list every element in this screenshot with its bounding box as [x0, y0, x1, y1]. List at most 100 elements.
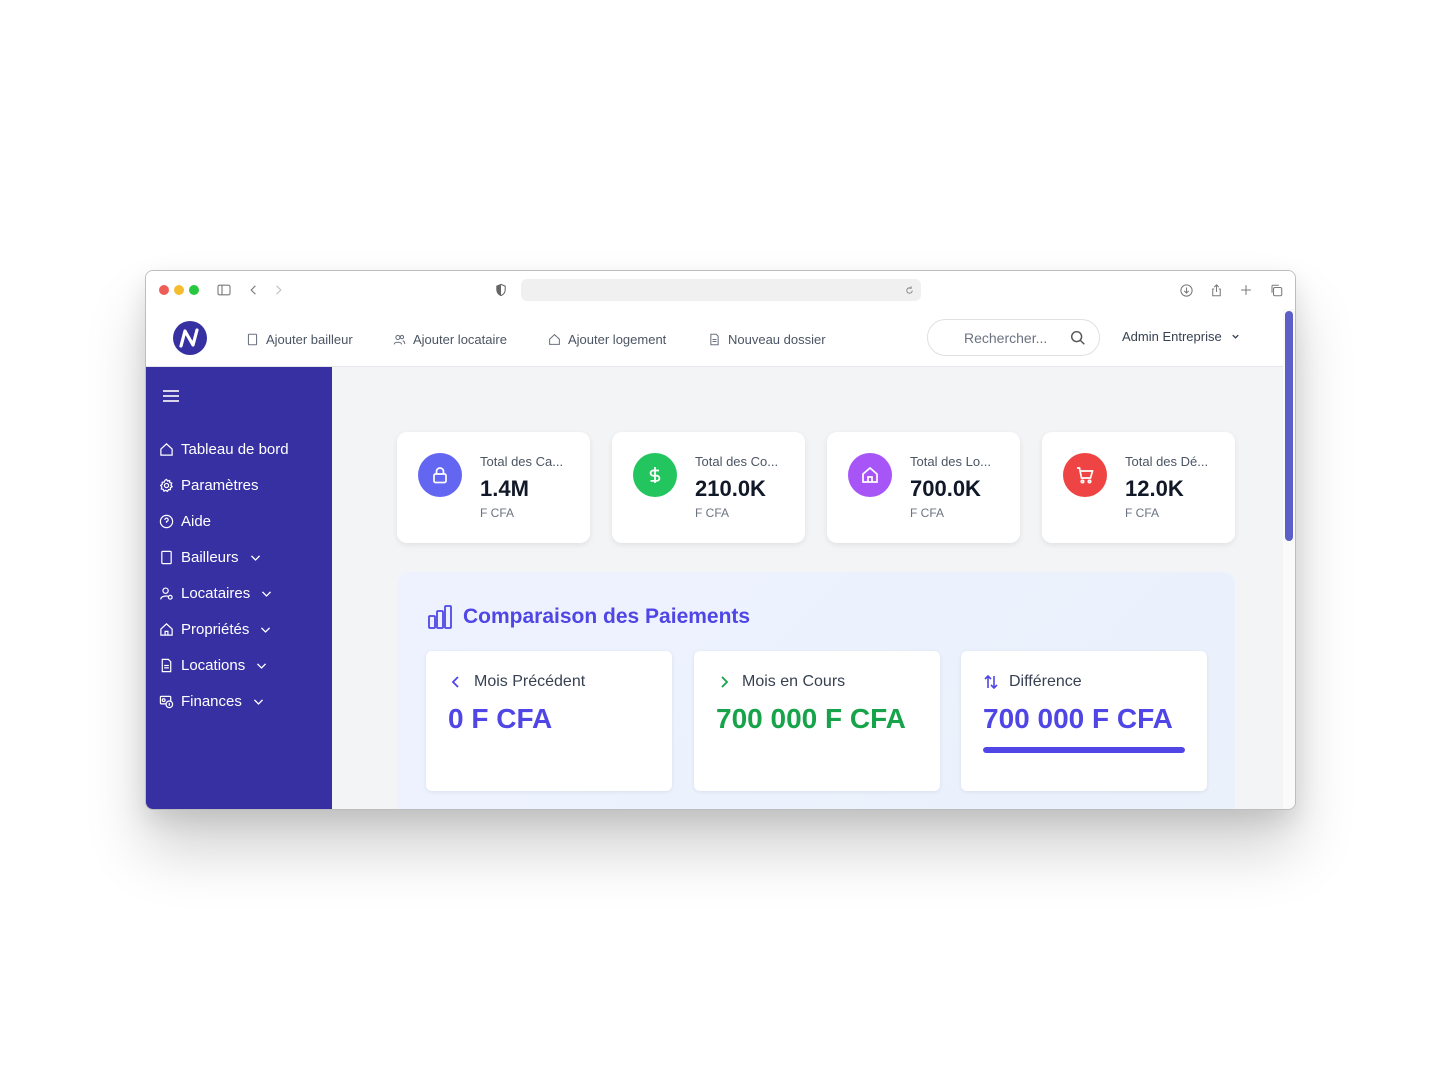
progress-fill	[983, 747, 1185, 753]
add-tenant-link[interactable]: Ajouter locataire	[393, 329, 507, 349]
sidebar-item-landlords[interactable]: Bailleurs	[159, 546, 262, 568]
sidebar-item-label: Locataires	[181, 584, 251, 602]
download-icon[interactable]	[1176, 280, 1196, 300]
sidebar-item-finances[interactable]: Finances	[159, 690, 265, 712]
user-name: Admin Entreprise	[1122, 329, 1222, 344]
add-housing-link[interactable]: Ajouter logement	[548, 329, 666, 349]
scrollbar-thumb[interactable]	[1285, 311, 1293, 541]
home-icon	[848, 453, 892, 497]
home-icon	[160, 622, 173, 636]
menu-toggle-icon[interactable]	[162, 389, 180, 403]
back-icon[interactable]	[244, 280, 264, 300]
card-label: Différence	[1009, 673, 1082, 690]
file-icon	[710, 333, 719, 345]
stat-value: 210.0K	[695, 476, 766, 501]
stat-unit: F CFA	[910, 506, 945, 520]
section-title: Comparaison des Paiements	[427, 604, 750, 630]
user-menu[interactable]: Admin Entreprise	[1122, 329, 1241, 344]
app-logo[interactable]	[172, 320, 208, 356]
sidebar-item-dashboard[interactable]: Tableau de bord	[159, 438, 289, 460]
arrows-updown-icon	[984, 674, 998, 690]
stat-label: Total des Co...	[695, 454, 779, 469]
sidebar-item-properties[interactable]: Propriétés	[159, 618, 272, 640]
sidebar-item-help[interactable]: Aide	[159, 510, 211, 532]
address-bar[interactable]	[521, 279, 921, 301]
bar-chart-icon	[428, 605, 452, 629]
browser-window: Ajouter bailleur Ajouter locataire Ajout…	[145, 270, 1296, 810]
search-input[interactable]	[964, 329, 1084, 346]
sidebar-item-rentals[interactable]: Locations	[159, 654, 268, 676]
building-icon	[161, 550, 172, 564]
payments-comparison-panel: Comparaison des Paiements Mois Précédent…	[397, 572, 1235, 809]
file-icon	[161, 658, 172, 672]
page-scrollbar[interactable]	[1283, 309, 1295, 809]
stat-label: Total des Dé...	[1125, 454, 1209, 469]
browser-toolbar	[146, 271, 1295, 309]
cart-icon	[1063, 453, 1107, 497]
new-tab-icon[interactable]	[1236, 280, 1256, 300]
sidebar-item-settings[interactable]: Paramètres	[159, 474, 259, 496]
add-landlord-label: Ajouter bailleur	[266, 331, 353, 347]
card-value: 700 000 F CFA	[983, 703, 1173, 734]
reload-icon[interactable]	[901, 282, 917, 298]
difference-progress-bar	[983, 747, 1185, 753]
gear-icon	[159, 478, 173, 492]
stat-unit: F CFA	[480, 506, 515, 520]
search-box	[927, 319, 1100, 356]
chevron-right-icon	[721, 676, 729, 688]
home-icon	[549, 333, 560, 345]
shield-icon[interactable]	[491, 280, 511, 300]
main-content: Total des Ca... 1.4M F CFA Total des Co.…	[332, 367, 1284, 809]
stat-value: 1.4M	[480, 476, 529, 501]
stat-card-commissions[interactable]: Total des Co... 210.0K F CFA	[612, 432, 805, 543]
section-title-text: Comparaison des Paiements	[463, 605, 751, 628]
card-label: Mois Précédent	[474, 673, 586, 690]
chevron-down-icon	[253, 698, 263, 705]
dollar-icon	[633, 453, 677, 497]
stat-card-rents[interactable]: Total des Lo... 700.0K F CFA	[827, 432, 1020, 543]
stat-value: 12.0K	[1125, 476, 1184, 501]
previous-month-card[interactable]: Mois Précédent 0 F CFA	[426, 651, 672, 791]
card-value: 700 000 F CFA	[716, 703, 906, 734]
sidebar-toggle-icon[interactable]	[214, 280, 234, 300]
minimize-window-button[interactable]	[174, 285, 184, 295]
sidebar-item-label: Paramètres	[181, 476, 259, 494]
stat-card-expenses[interactable]: Total des Dé... 12.0K F CFA	[1042, 432, 1235, 543]
sidebar-item-label: Finances	[181, 692, 242, 710]
card-header: Mois Précédent	[448, 673, 585, 691]
maximize-window-button[interactable]	[189, 285, 199, 295]
new-file-link[interactable]: Nouveau dossier	[708, 329, 826, 349]
forward-icon[interactable]	[268, 280, 288, 300]
sidebar-item-tenants[interactable]: Locataires	[159, 582, 273, 604]
chevron-left-icon	[451, 676, 459, 688]
sidebar-item-label: Aide	[181, 512, 212, 530]
search-icon[interactable]	[1069, 329, 1087, 347]
chevron-down-icon	[262, 590, 272, 597]
home-icon	[160, 442, 173, 456]
app-header: Ajouter bailleur Ajouter locataire Ajout…	[146, 309, 1284, 367]
add-tenant-label: Ajouter locataire	[413, 331, 507, 347]
chevron-down-icon	[261, 626, 271, 633]
stat-card-capital[interactable]: Total des Ca... 1.4M F CFA	[397, 432, 590, 543]
chevron-down-icon	[1232, 334, 1239, 339]
close-window-button[interactable]	[159, 285, 169, 295]
new-file-label: Nouveau dossier	[728, 331, 826, 347]
add-landlord-link[interactable]: Ajouter bailleur	[246, 329, 353, 349]
tabs-overview-icon[interactable]	[1266, 280, 1286, 300]
share-icon[interactable]	[1206, 280, 1226, 300]
lock-icon	[418, 453, 462, 497]
chevron-down-icon	[250, 554, 260, 561]
stat-value: 700.0K	[910, 476, 981, 501]
users-icon	[393, 334, 406, 345]
difference-card[interactable]: Différence 700 000 F CFA	[961, 651, 1207, 791]
sidebar-item-label: Propriétés	[181, 620, 250, 638]
card-header: Différence	[983, 673, 1082, 691]
add-housing-label: Ajouter logement	[568, 331, 667, 347]
chevron-down-icon	[257, 662, 267, 669]
building-icon	[247, 333, 258, 345]
card-header: Mois en Cours	[716, 673, 845, 691]
current-month-card[interactable]: Mois en Cours 700 000 F CFA	[694, 651, 940, 791]
sidebar-item-label: Tableau de bord	[181, 440, 289, 458]
stat-unit: F CFA	[1125, 506, 1160, 520]
stat-label: Total des Ca...	[480, 454, 564, 469]
